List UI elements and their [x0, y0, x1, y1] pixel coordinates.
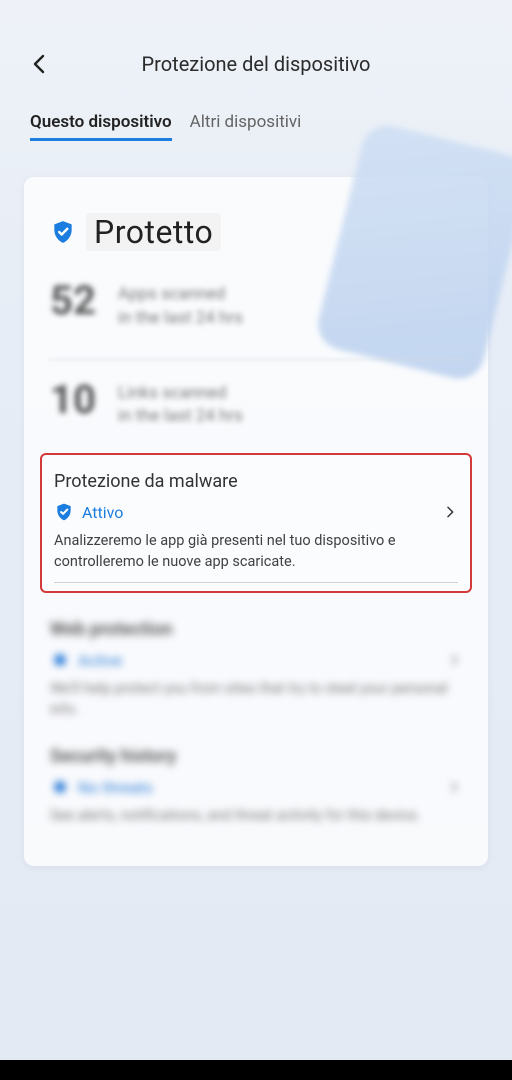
shield-check-icon	[54, 502, 74, 522]
web-protection-card[interactable]: Web protection Active We'll help protect…	[50, 619, 462, 720]
malware-section-title: Protezione da malware	[54, 471, 458, 492]
history-section-desc: See alerts, notifications, and threat ac…	[50, 805, 462, 826]
tab-this-device[interactable]: Questo dispositivo	[30, 112, 172, 141]
stat-apps-count: 52	[50, 281, 96, 321]
stat-apps-label-2: in the last 24 hrs	[118, 307, 243, 331]
stat-apps-label-1: Apps scanned	[118, 283, 243, 307]
chevron-right-icon	[442, 504, 458, 520]
web-status-label: Active	[78, 651, 122, 670]
malware-section-desc: Analizzeremo le app già presenti nel tuo…	[54, 530, 458, 572]
chevron-right-icon	[446, 652, 462, 668]
web-section-title: Web protection	[50, 619, 462, 640]
divider	[48, 359, 464, 360]
security-history-card[interactable]: Security history No threats See alerts, …	[50, 746, 462, 826]
stat-links-label-1: Links scanned	[118, 382, 243, 406]
malware-protection-row[interactable]: Attivo	[54, 502, 458, 522]
shield-check-icon	[50, 650, 70, 670]
stat-links-count: 10	[50, 380, 96, 420]
divider	[54, 582, 458, 583]
system-nav-bar	[0, 1060, 512, 1080]
shield-check-icon	[50, 219, 76, 245]
web-section-desc: We'll help protect you from sites that t…	[50, 678, 462, 720]
protection-status: Protetto	[50, 213, 462, 251]
stat-links-scanned: 10 Links scanned in the last 24 hrs	[50, 380, 462, 430]
header: Protezione del dispositivo	[0, 0, 512, 112]
malware-protection-card: Protezione da malware Attivo Analizzerem…	[40, 453, 472, 593]
phone-illustration	[313, 120, 512, 384]
shield-check-icon	[50, 777, 70, 797]
page-title: Protezione del dispositivo	[28, 52, 484, 76]
tab-other-devices[interactable]: Altri dispositivi	[190, 112, 302, 141]
history-status-label: No threats	[78, 778, 153, 797]
protection-status-label: Protetto	[86, 213, 221, 251]
history-section-title: Security history	[50, 746, 462, 767]
stat-links-label-2: in the last 24 hrs	[118, 405, 243, 429]
chevron-right-icon	[446, 779, 462, 795]
malware-status-label: Attivo	[82, 503, 123, 522]
stat-apps-scanned: 52 Apps scanned in the last 24 hrs	[50, 281, 462, 331]
device-card: Protetto 52 Apps scanned in the last 24 …	[24, 177, 488, 866]
